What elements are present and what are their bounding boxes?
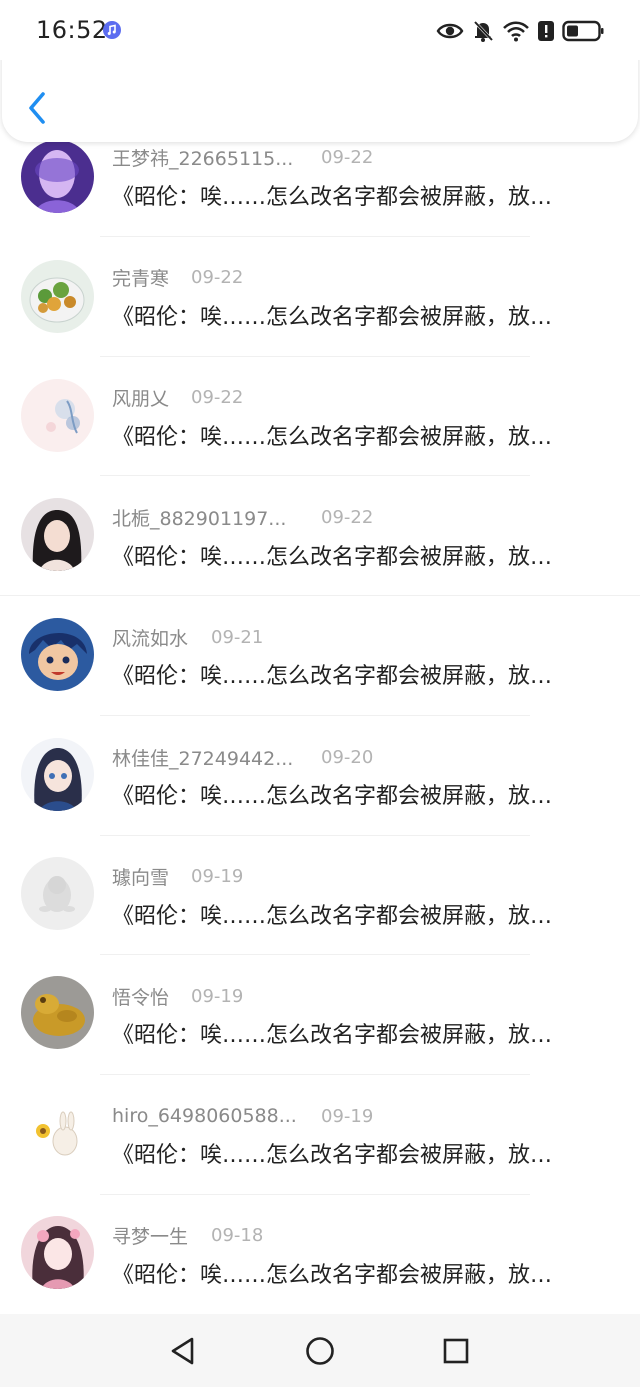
list-item[interactable]: 悟令怡 09-19 《昭伦：唉……怎么改名字都会被屏蔽，放… bbox=[0, 954, 640, 1075]
message-date: 09-18 bbox=[211, 1224, 264, 1246]
message-text: 《昭伦：唉……怎么改名字都会被屏蔽，放… bbox=[112, 425, 553, 450]
girl-portrait-avatar[interactable] bbox=[21, 498, 94, 571]
message-text: 《昭伦：唉……怎么改名字都会被屏蔽，放… bbox=[112, 904, 553, 929]
default-penguin-avatar[interactable] bbox=[21, 857, 94, 930]
system-nav-bar bbox=[0, 1314, 640, 1387]
back-triangle-icon bbox=[171, 1337, 194, 1365]
message-date: 09-19 bbox=[191, 865, 244, 887]
list-item[interactable]: 完青寒 09-22 《昭伦：唉……怎么改名字都会被屏蔽，放… bbox=[0, 236, 640, 357]
user-name: 北栀_882901197... bbox=[112, 507, 287, 530]
message-date: 09-22 bbox=[191, 266, 244, 288]
message-text: 《昭伦：唉……怎么改名字都会被屏蔽，放… bbox=[112, 1263, 553, 1288]
user-name: 风朋乂 bbox=[112, 387, 170, 410]
bell-muted-icon bbox=[472, 19, 494, 43]
back-button[interactable] bbox=[20, 88, 54, 128]
status-time: 16:52 bbox=[36, 16, 108, 44]
user-name: 林佳佳_27249442... bbox=[112, 747, 294, 770]
list-item[interactable]: 风流如水 09-21 《昭伦：唉……怎么改名字都会被屏蔽，放… bbox=[0, 595, 640, 716]
user-name: 王梦祎_22665115... bbox=[112, 147, 294, 170]
user-name: 璩向雪 bbox=[112, 866, 170, 889]
home-circle-icon bbox=[306, 1337, 334, 1365]
alert-icon bbox=[538, 20, 554, 42]
message-text: 《昭伦：唉……怎么改名字都会被屏蔽，放… bbox=[112, 664, 553, 689]
nav-recents-button[interactable] bbox=[439, 1334, 473, 1368]
message-text: 《昭伦：唉……怎么改名字都会被屏蔽，放… bbox=[112, 784, 553, 809]
message-date: 09-21 bbox=[211, 626, 264, 648]
message-date: 09-20 bbox=[321, 746, 374, 768]
message-text: 《昭伦：唉……怎么改名字都会被屏蔽，放… bbox=[112, 185, 553, 210]
message-date: 09-22 bbox=[191, 386, 244, 408]
bunny-sunflower-avatar[interactable] bbox=[21, 1097, 94, 1170]
salad-bowl-avatar[interactable] bbox=[21, 260, 94, 333]
chevron-left-icon bbox=[29, 92, 45, 124]
message-text: 《昭伦：唉……怎么改名字都会被屏蔽，放… bbox=[112, 1023, 553, 1048]
message-date: 09-22 bbox=[321, 146, 374, 168]
anime-boy-avatar[interactable] bbox=[21, 618, 94, 691]
anime-girl-avatar[interactable] bbox=[21, 738, 94, 811]
message-date: 09-19 bbox=[191, 985, 244, 1007]
user-name: 悟令怡 bbox=[112, 986, 170, 1009]
status-icons bbox=[436, 16, 604, 46]
message-date: 09-22 bbox=[321, 506, 374, 528]
anime-flower-girl-avatar[interactable] bbox=[21, 1216, 94, 1289]
eye-icon bbox=[436, 21, 464, 41]
music-app-icon bbox=[103, 21, 121, 39]
message-text: 《昭伦：唉……怎么改名字都会被屏蔽，放… bbox=[112, 545, 553, 570]
pink-floral-avatar[interactable] bbox=[21, 379, 94, 452]
user-name: 寻梦一生 bbox=[112, 1225, 189, 1248]
wifi-icon bbox=[502, 20, 530, 42]
message-date: 09-19 bbox=[321, 1105, 374, 1127]
list-item[interactable]: 风朋乂 09-22 《昭伦：唉……怎么改名字都会被屏蔽，放… bbox=[0, 355, 640, 476]
status-bar: 16:52 bbox=[0, 0, 640, 60]
list-item[interactable]: hiro_6498060588... 09-19 《昭伦：唉……怎么改名字都会被… bbox=[0, 1074, 640, 1195]
message-text: 《昭伦：唉……怎么改名字都会被屏蔽，放… bbox=[112, 1143, 553, 1168]
golden-toad-avatar[interactable] bbox=[21, 976, 94, 1049]
list-item[interactable]: 林佳佳_27249442... 09-20 《昭伦：唉……怎么改名字都会被屏蔽，… bbox=[0, 715, 640, 836]
battery-icon bbox=[562, 20, 604, 42]
user-name: hiro_6498060588... bbox=[112, 1105, 297, 1127]
nav-home-button[interactable] bbox=[303, 1334, 337, 1368]
user-name: 风流如水 bbox=[112, 627, 189, 650]
nav-back-button[interactable] bbox=[166, 1334, 200, 1368]
recents-square-icon bbox=[443, 1338, 469, 1364]
purple-face-avatar[interactable] bbox=[21, 140, 94, 213]
message-text: 《昭伦：唉……怎么改名字都会被屏蔽，放… bbox=[112, 305, 553, 330]
user-name: 完青寒 bbox=[112, 267, 170, 290]
list-item[interactable]: 寻梦一生 09-18 《昭伦：唉……怎么改名字都会被屏蔽，放… bbox=[0, 1193, 640, 1312]
list-item[interactable]: 北栀_882901197... 09-22 《昭伦：唉……怎么改名字都会被屏蔽，… bbox=[0, 475, 640, 596]
list-item[interactable]: 璩向雪 09-19 《昭伦：唉……怎么改名字都会被屏蔽，放… bbox=[0, 834, 640, 955]
